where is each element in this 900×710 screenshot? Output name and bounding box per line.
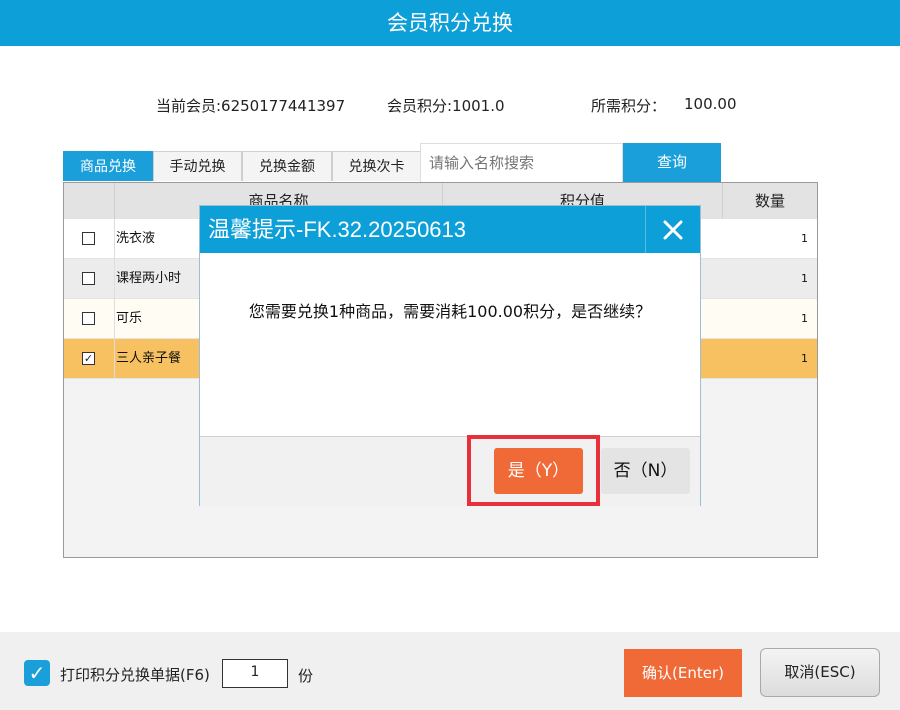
print-receipt-checkbox[interactable]: ✓	[24, 660, 50, 686]
required-points-value: 100.00	[684, 95, 737, 113]
dialog-message: 您需要兑换1种商品，需要消耗100.00积分，是否继续？	[248, 302, 652, 321]
product-qty: 1	[801, 352, 808, 365]
current-member: 当前会员:6250177441397	[156, 97, 346, 115]
product-name: 洗衣液	[116, 231, 156, 246]
highlight-box	[467, 435, 600, 506]
row-divider	[114, 259, 115, 299]
row-checkbox-checked[interactable]: ✓	[82, 352, 95, 365]
dialog-header: 温馨提示-FK.32.20250613	[200, 206, 700, 253]
tab-bar: 商品兑换 手动兑换 兑换金额 兑换次卡	[63, 151, 421, 182]
confirm-dialog: 温馨提示-FK.32.20250613 您需要兑换1种商品，需要消耗100.00…	[199, 205, 701, 506]
row-checkbox[interactable]	[82, 232, 95, 245]
product-name: 课程两小时	[116, 271, 182, 286]
tab-manual-exchange[interactable]: 手动兑换	[153, 151, 242, 181]
header-checkbox-col	[64, 183, 114, 219]
product-qty: 1	[801, 312, 808, 325]
tab-exchange-card[interactable]: 兑换次卡	[332, 151, 421, 181]
close-icon[interactable]	[645, 206, 700, 253]
product-qty: 1	[801, 272, 808, 285]
dialog-title: 温馨提示-FK.32.20250613	[208, 217, 467, 242]
required-points-label: 所需积分：	[591, 97, 667, 115]
cancel-button[interactable]: 取消(ESC)	[760, 648, 880, 697]
no-button[interactable]: 否（N）	[601, 448, 690, 494]
product-qty: 1	[801, 232, 808, 245]
member-points: 会员积分:1001.0	[387, 97, 505, 115]
search-button[interactable]: 查询	[623, 143, 721, 182]
window-title: 会员积分兑换	[0, 0, 900, 46]
copies-input[interactable]: 1	[222, 659, 288, 688]
row-divider	[114, 219, 115, 259]
row-divider	[114, 299, 115, 339]
row-divider	[114, 339, 115, 379]
tab-exchange-amount[interactable]: 兑换金额	[242, 151, 332, 181]
product-name: 三人亲子餐	[116, 351, 182, 366]
header-quantity: 数量	[722, 183, 817, 219]
tab-product-exchange[interactable]: 商品兑换	[63, 151, 153, 181]
row-checkbox[interactable]	[82, 312, 95, 325]
product-name: 可乐	[116, 311, 143, 326]
confirm-button[interactable]: 确认(Enter)	[624, 649, 742, 697]
row-checkbox[interactable]	[82, 272, 95, 285]
search-input[interactable]	[420, 143, 623, 182]
print-receipt-label: 打印积分兑换单据(F6)	[60, 666, 210, 684]
copies-unit: 份	[298, 667, 314, 685]
